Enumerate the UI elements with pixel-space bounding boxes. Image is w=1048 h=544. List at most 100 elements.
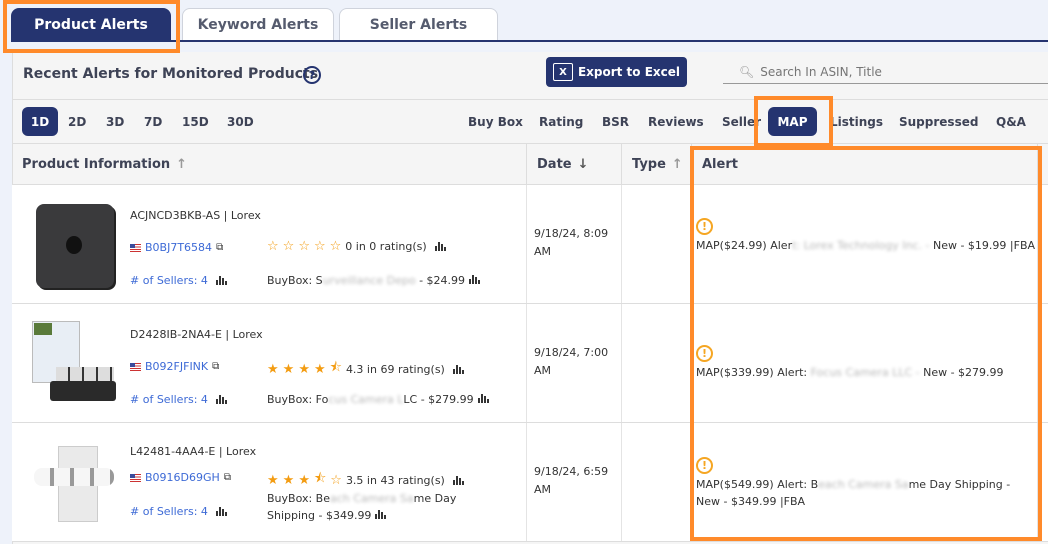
sellers-count[interactable]: # of Sellers: 4 [130, 393, 227, 406]
period-3d[interactable]: 3D [100, 107, 130, 136]
asin: B0916D69GH [145, 471, 220, 484]
divider [12, 99, 1048, 100]
filter-rating[interactable]: Rating [533, 107, 589, 136]
table-row: D2428IB-2NA4-E | Lorex B092FJFINK ⧉ ★ ★ ★ ★ ⯪… [12, 304, 1048, 423]
column-type[interactable]: Type ↑ [622, 143, 692, 185]
page-title: Recent Alerts for Monitored Products [23, 66, 319, 82]
search-field[interactable]: 🔍︎ [723, 60, 1048, 84]
external-link-icon[interactable]: ⧉ [212, 361, 219, 372]
period-7d[interactable]: 7D [138, 107, 168, 136]
sellers-text: # of Sellers: 4 [130, 274, 208, 287]
alert-message: ! MAP($339.99) Alert: Focus Camera LLC - … [696, 345, 1004, 379]
sort-down-icon: ↓ [577, 156, 589, 172]
chart-icon[interactable] [452, 475, 464, 485]
export-label: Export to Excel [577, 65, 681, 79]
sellers-text: # of Sellers: 4 [130, 505, 208, 518]
chart-icon[interactable] [434, 242, 446, 251]
column-product-information[interactable]: Product Information ↑ [12, 143, 527, 185]
chart-icon[interactable] [375, 510, 387, 519]
star-icon: ★ [267, 361, 279, 377]
search-input[interactable] [760, 64, 1041, 79]
sellers-count[interactable]: # of Sellers: 4 [130, 274, 227, 287]
rating: ☆ ☆ ☆ ☆ ☆ 0 in 0 rating(s) [267, 239, 446, 254]
star-icon: ★ [298, 361, 310, 377]
asin: B0BJ7T6584 [145, 241, 213, 254]
asin: B092FJFINK [145, 360, 209, 373]
us-flag-icon [130, 362, 141, 371]
star-icon: ☆ [282, 239, 295, 254]
sellers-text: # of Sellers: 4 [130, 393, 208, 406]
asin-link[interactable]: B092FJFINK ⧉ [130, 360, 219, 373]
table-row: ACJNCD3BKB-AS | Lorex B0BJ7T6584 ⧉ ☆ ☆ ☆ ☆ ☆ 0… [12, 185, 1048, 304]
buybox-info: BuyBox: Beach Camera Same Day Shipping -… [267, 492, 457, 522]
period-15d[interactable]: 15D [176, 107, 215, 136]
star-icon: ☆ [267, 239, 279, 254]
warning-icon: ! [696, 218, 713, 235]
product-image[interactable] [30, 319, 118, 409]
rating-text: 3.5 in 43 rating(s) [345, 473, 445, 487]
star-icon: ★ [282, 472, 295, 488]
column-date[interactable]: Date ↓ [527, 143, 622, 185]
chart-icon[interactable] [215, 395, 227, 404]
filter-seller[interactable]: Seller [716, 107, 767, 136]
alert-date: 9/18/24, 8:09 AM [534, 227, 609, 258]
asin-link[interactable]: B0BJ7T6584 ⧉ [130, 241, 223, 254]
type-cell [622, 304, 692, 422]
asin-link[interactable]: B0916D69GH ⧉ [130, 471, 231, 484]
buybox-info: BuyBox: Focus Camera LLC - $279.99 [267, 391, 489, 408]
star-icon: ☆ [298, 239, 310, 254]
filter-buy-box[interactable]: Buy Box [462, 107, 529, 136]
excel-icon: X [552, 63, 573, 81]
tab-underline [11, 40, 1048, 42]
period-30d[interactable]: 30D [221, 107, 260, 136]
question-circle-icon[interactable]: ? [303, 66, 321, 84]
star-icon: ⯪ [329, 360, 342, 375]
period-1d[interactable]: 1D [22, 107, 58, 136]
chart-icon[interactable] [477, 394, 489, 403]
export-to-excel-button[interactable]: X Export to Excel [546, 57, 687, 87]
chart-icon[interactable] [215, 276, 227, 285]
column-alert: Alert [692, 143, 1038, 185]
star-icon: ☆ [313, 239, 326, 254]
filter-map[interactable]: MAP [768, 107, 817, 136]
column-label: Type [632, 156, 666, 172]
alert-date: 9/18/24, 7:00 AM [534, 346, 609, 377]
us-flag-icon [130, 473, 141, 482]
star-icon: ★ [313, 361, 326, 377]
sort-up-icon: ↑ [671, 156, 683, 172]
tab-keyword-alerts[interactable]: Keyword Alerts [182, 8, 334, 41]
search-icon: 🔍︎ [739, 64, 755, 79]
product-sku: L42481-4AA4-E | Lorex [130, 445, 257, 458]
tab-seller-alerts[interactable]: Seller Alerts [339, 8, 498, 41]
star-icon: ☆ [330, 472, 342, 488]
sort-up-icon: ↑ [176, 156, 188, 172]
product-image[interactable] [30, 438, 118, 528]
sellers-count[interactable]: # of Sellers: 4 [130, 505, 227, 518]
alert-message: ! MAP($24.99) Alert: Lorex Technology Inc… [696, 218, 1036, 252]
rating-text: 0 in 0 rating(s) [345, 240, 427, 253]
product-sku: ACJNCD3BKB-AS | Lorex [130, 209, 261, 222]
rating-text: 4.3 in 69 rating(s) [345, 362, 445, 376]
star-icon: ★ [267, 472, 279, 488]
period-2d[interactable]: 2D [62, 107, 92, 136]
product-image[interactable] [30, 200, 118, 290]
table-row: L42481-4AA4-E | Lorex B0916D69GH ⧉ ★ ★ ★ ⯪ ☆ 3… [12, 423, 1048, 542]
filter-suppressed[interactable]: Suppressed [893, 107, 984, 136]
filter-q-a[interactable]: Q&A [990, 107, 1032, 136]
filter-reviews[interactable]: Reviews [642, 107, 710, 136]
chart-icon[interactable] [469, 275, 481, 284]
filter-listings[interactable]: Listings [824, 107, 889, 136]
rating: ★ ★ ★ ★ ⯪ 4.3 in 69 rating(s) [267, 358, 464, 380]
star-icon: ★ [298, 472, 310, 488]
tab-product-alerts[interactable]: Product Alerts [11, 8, 171, 41]
external-link-icon[interactable]: ⧉ [224, 472, 231, 483]
filter-bsr[interactable]: BSR [596, 107, 635, 136]
chart-icon[interactable] [215, 507, 227, 516]
external-link-icon[interactable]: ⧉ [216, 242, 223, 253]
chart-icon[interactable] [452, 364, 464, 374]
column-label: Product Information [22, 156, 171, 172]
star-icon: ★ [282, 361, 295, 377]
alert-date: 9/18/24, 6:59 AM [534, 465, 609, 496]
warning-icon: ! [696, 345, 713, 362]
column-label: Date [537, 156, 572, 172]
